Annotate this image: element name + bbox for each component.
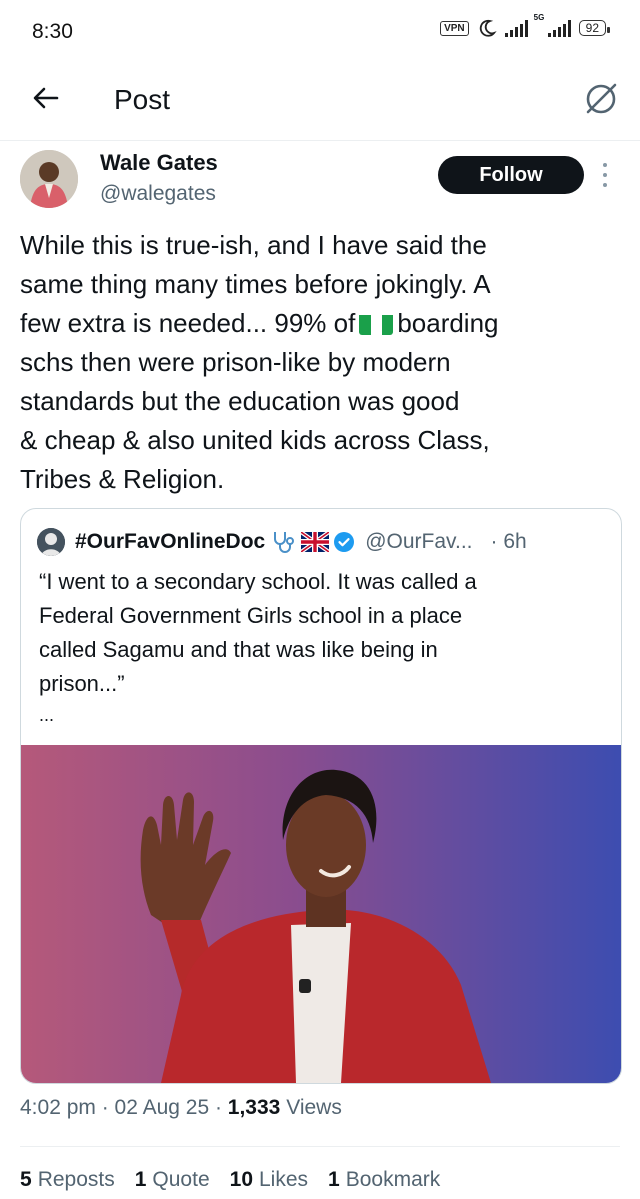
post-text-line: & cheap & also united kids across Class, [20, 425, 490, 455]
more-options-icon[interactable] [598, 160, 612, 190]
status-bar: 8:30 VPN 5G 92 [0, 0, 640, 64]
uk-flag-icon [301, 532, 330, 552]
follow-button[interactable]: Follow [438, 156, 584, 194]
quoted-post-header: #OurFavOnlineDoc @OurFav... · 6h [37, 527, 527, 557]
quoted-post-text: “I went to a secondary school. It was ca… [39, 565, 609, 701]
post-text: While this is true-ish, and I have said … [20, 226, 620, 499]
status-icons: VPN 5G 92 [440, 13, 611, 38]
moon-icon [479, 19, 497, 37]
quoted-post-card[interactable]: #OurFavOnlineDoc @OurFav... · 6h “I went [20, 508, 622, 1084]
reposts-stat[interactable]: 5 Reposts [20, 1168, 115, 1192]
quoted-author-handle: @OurFav... [365, 530, 473, 553]
quoted-post-image[interactable] [21, 745, 621, 1083]
page-title: Post [114, 84, 171, 115]
quoted-ellipsis: ... [39, 705, 55, 725]
quoted-author-name: #OurFavOnlineDoc [75, 530, 266, 553]
views-count: 1,333 [227, 1096, 281, 1119]
grok-icon[interactable] [582, 80, 620, 118]
post-text-line: same thing many times before jokingly. A [20, 269, 491, 299]
status-time: 8:30 [32, 20, 73, 43]
signal-icon [504, 19, 528, 37]
signal-5g-icon: 5G [534, 13, 571, 37]
author-handle[interactable]: @walegates [100, 182, 216, 206]
quoted-time: · 6h [490, 530, 527, 553]
vpn-icon: VPN [440, 20, 469, 36]
back-arrow-icon[interactable] [30, 82, 62, 114]
quoted-avatar[interactable] [37, 528, 65, 556]
likes-stat[interactable]: 10 Likes [230, 1168, 308, 1192]
avatar[interactable] [20, 150, 78, 208]
engagement-stats: 5 Reposts 1 Quote 10 Likes 1 Bookmark [20, 1168, 440, 1192]
top-nav: Post [0, 64, 640, 141]
post-timestamp: 4:02 pm · 02 Aug 25 · 1,333 Views [20, 1096, 342, 1119]
post-text-line: few extra is needed... 99% of boarding [20, 308, 499, 338]
post-text-line: Tribes & Religion. [20, 464, 225, 494]
quoted-text-line: called Sagamu and that was like being in [39, 637, 438, 662]
post-text-line: While this is true-ish, and I have said … [20, 230, 487, 260]
verified-badge-icon [334, 532, 355, 552]
post-text-line: standards but the education was good [20, 386, 460, 416]
nigeria-flag-icon [359, 311, 394, 335]
battery-icon: 92 [578, 20, 611, 36]
author-name[interactable]: Wale Gates [100, 150, 218, 176]
post-text-line: schs then were prison-like by modern [20, 347, 451, 377]
divider [20, 1146, 620, 1147]
quoted-text-line: prison...” [39, 671, 125, 696]
bookmarks-stat[interactable]: 1 Bookmark [328, 1168, 440, 1192]
stethoscope-icon [274, 532, 295, 553]
quotes-stat[interactable]: 1 Quote [135, 1168, 210, 1192]
quoted-text-line: “I went to a secondary school. It was ca… [39, 569, 477, 594]
quoted-text-line: Federal Government Girls school in a pla… [39, 603, 463, 628]
